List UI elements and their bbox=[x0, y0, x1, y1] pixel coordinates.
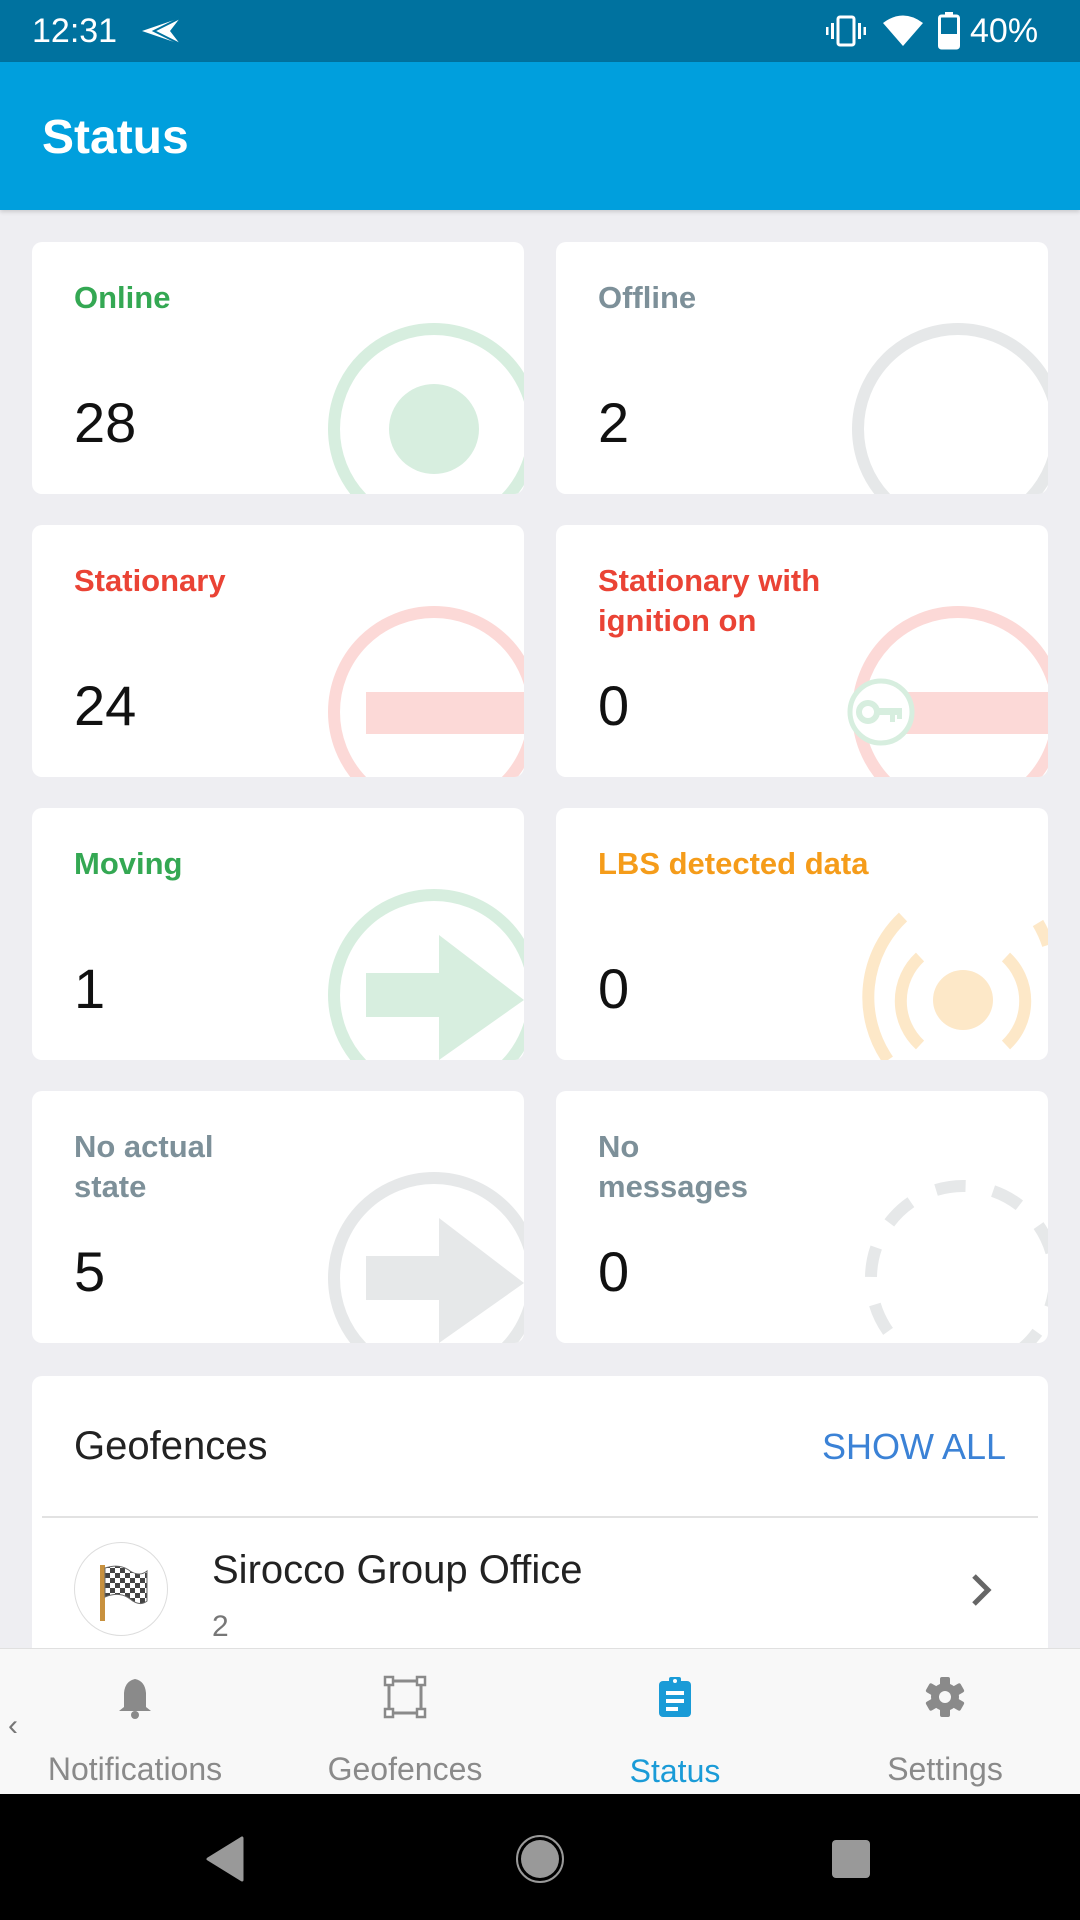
send-icon bbox=[142, 17, 181, 45]
geofence-name: Sirocco Group Office bbox=[212, 1548, 583, 1592]
card-label: Moving bbox=[74, 846, 183, 881]
clock: 12:31 bbox=[32, 12, 118, 50]
battery-percentage: 40% bbox=[970, 12, 1039, 50]
bell-icon bbox=[119, 1679, 151, 1719]
tab-settings[interactable]: Settings bbox=[810, 1649, 1080, 1795]
page-title: Status bbox=[42, 111, 189, 164]
section-title: Geofences bbox=[74, 1424, 268, 1468]
vibrate-icon bbox=[826, 15, 866, 47]
stationary-icon bbox=[328, 606, 524, 777]
card-value: 0 bbox=[598, 957, 630, 1020]
offline-icon bbox=[852, 323, 1048, 494]
moving-arrow-icon bbox=[328, 889, 524, 1060]
geofence-square-icon bbox=[383, 1675, 427, 1719]
lbs-signal-icon bbox=[862, 912, 1048, 1060]
card-value: 28 bbox=[74, 391, 137, 454]
card-label: No messages bbox=[598, 1129, 748, 1204]
card-label: Offline bbox=[598, 280, 697, 315]
status-card-no-messages[interactable]: No messages 0 bbox=[556, 1091, 1048, 1343]
tab-label: Notifications bbox=[47, 1751, 223, 1787]
gear-icon bbox=[925, 1677, 965, 1717]
status-card-no-actual-state[interactable]: No actual state 5 bbox=[32, 1091, 524, 1343]
card-label: Stationary bbox=[74, 563, 226, 598]
card-value: 1 bbox=[74, 957, 106, 1020]
tab-label: Status bbox=[629, 1753, 721, 1789]
system-navigation-bar bbox=[0, 1794, 1080, 1920]
show-all-button[interactable]: SHOW ALL bbox=[822, 1426, 1006, 1468]
tab-notifications[interactable]: Notifications bbox=[0, 1649, 270, 1795]
status-card-online[interactable]: Online 28 bbox=[32, 242, 524, 494]
geofence-avatar bbox=[74, 1542, 168, 1636]
card-value: 5 bbox=[74, 1240, 106, 1303]
checkered-flag-icon bbox=[100, 1565, 148, 1621]
online-icon bbox=[328, 323, 524, 494]
bottom-navigation: ‹ Notifications Geofences Status Setting… bbox=[0, 1648, 1080, 1794]
geofence-count: 2 bbox=[212, 1610, 229, 1643]
status-card-moving[interactable]: Moving 1 bbox=[32, 808, 524, 1060]
ignition-key-icon bbox=[847, 678, 915, 746]
status-card-offline[interactable]: Offline 2 bbox=[556, 242, 1048, 494]
tab-label: Settings bbox=[887, 1751, 1003, 1787]
battery-icon bbox=[938, 12, 960, 50]
recents-icon[interactable] bbox=[826, 1834, 876, 1884]
tab-label: Geofences bbox=[327, 1751, 483, 1787]
tab-geofences[interactable]: Geofences bbox=[270, 1649, 540, 1795]
card-value: 24 bbox=[74, 674, 137, 737]
home-icon[interactable] bbox=[515, 1834, 565, 1884]
card-value: 0 bbox=[598, 1240, 630, 1303]
system-status-bar: 12:31 40% bbox=[0, 0, 1080, 62]
card-label: No actual state bbox=[74, 1129, 214, 1204]
card-label: LBS detected data bbox=[598, 846, 869, 881]
back-icon[interactable] bbox=[200, 1834, 250, 1884]
clipboard-icon bbox=[659, 1677, 691, 1717]
status-card-lbs[interactable]: LBS detected data 0 bbox=[556, 808, 1048, 1060]
status-card-stationary[interactable]: Stationary 24 bbox=[32, 525, 524, 777]
card-value: 2 bbox=[598, 391, 630, 454]
geofence-list-item[interactable]: Sirocco Group Office 2 bbox=[32, 1518, 1048, 1666]
dashed-circle-icon bbox=[865, 1180, 1048, 1343]
geofences-section: Geofences SHOW ALL Sirocco Group Office … bbox=[32, 1376, 1048, 1666]
chevron-right-icon bbox=[972, 1574, 992, 1606]
tab-status[interactable]: Status bbox=[540, 1649, 810, 1795]
wifi-icon bbox=[883, 15, 923, 46]
app-bar: Status bbox=[0, 62, 1080, 210]
card-label: Online bbox=[74, 280, 171, 315]
status-card-stationary-ignition[interactable]: Stationary with ignition on 0 bbox=[556, 525, 1048, 777]
no-state-arrow-icon bbox=[328, 1172, 524, 1343]
card-value: 0 bbox=[598, 674, 630, 737]
